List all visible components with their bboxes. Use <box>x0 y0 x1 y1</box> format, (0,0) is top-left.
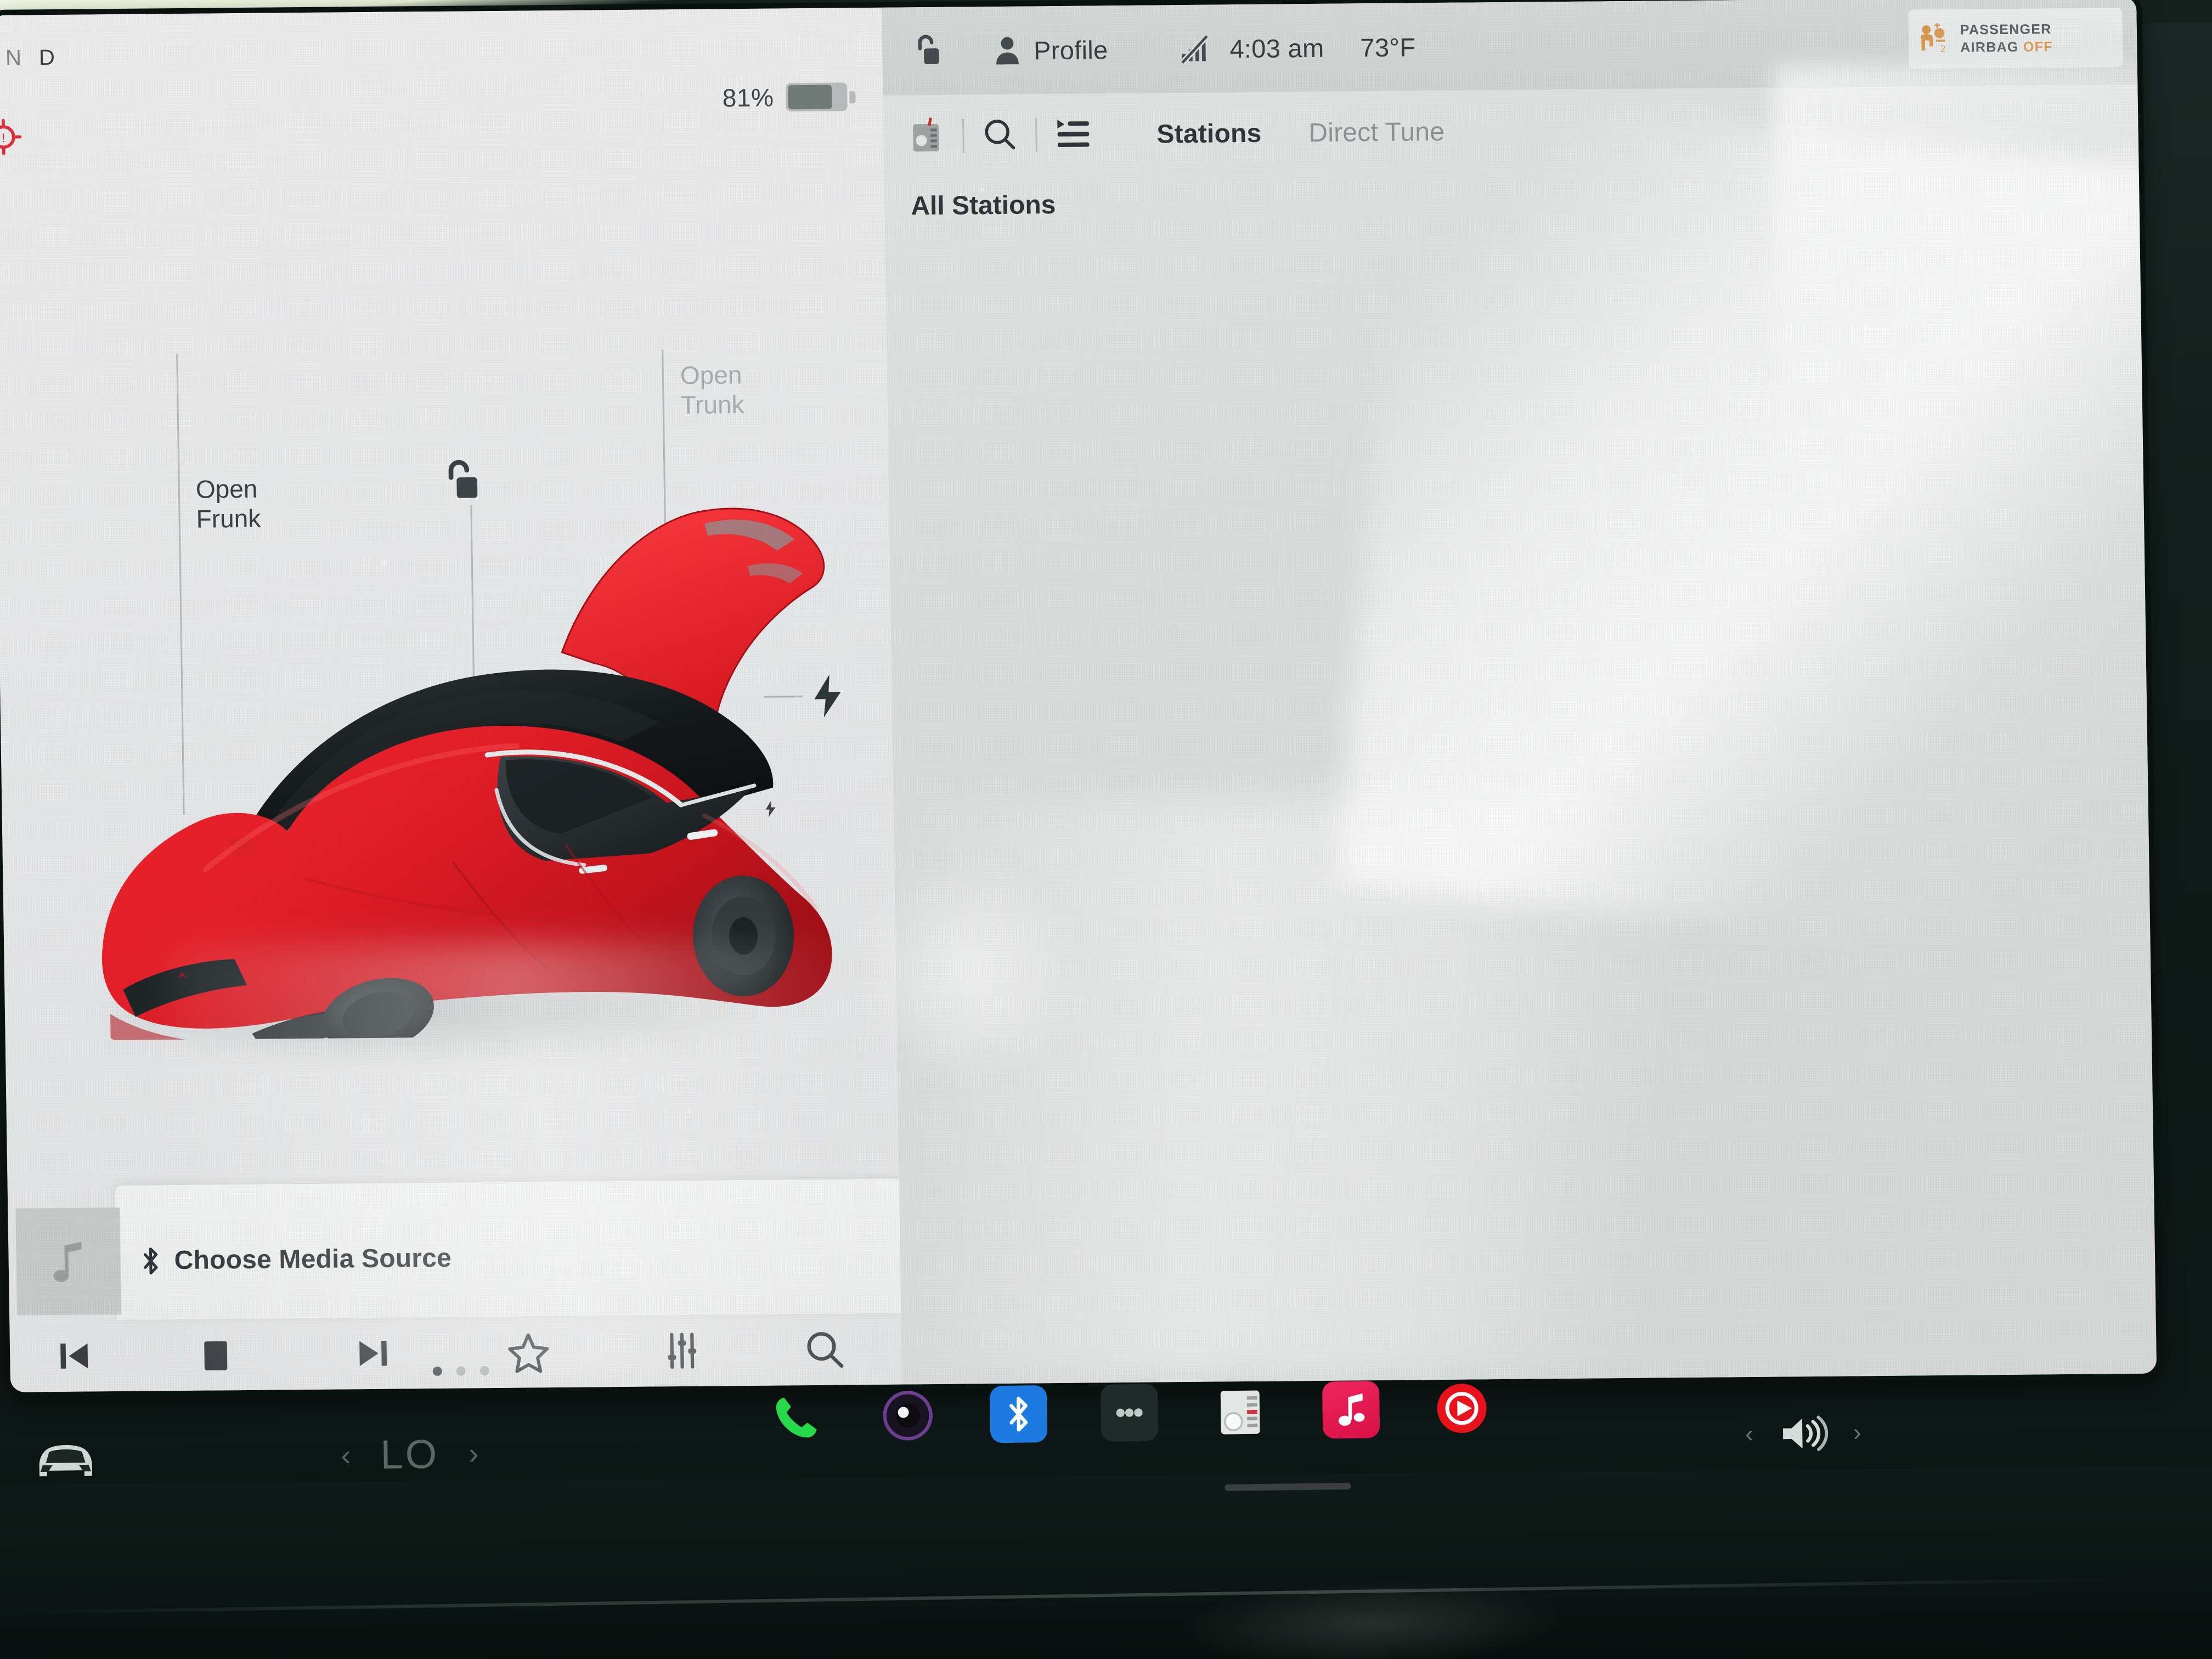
battery-icon <box>785 82 856 112</box>
chevron-right-icon[interactable]: › <box>1853 1419 1861 1447</box>
tesla-touchscreen-photo: R N D ! 81% <box>0 0 2212 1659</box>
passenger-airbag-icon: 2 <box>1920 22 1946 54</box>
toolbar-divider-2 <box>1035 118 1037 153</box>
bluetooth-icon <box>1009 1396 1028 1432</box>
equalizer-icon <box>668 1333 697 1369</box>
equalizer-button[interactable] <box>608 1330 757 1372</box>
toolbar-divider-1 <box>962 119 964 153</box>
music-note-icon <box>1338 1393 1365 1426</box>
ellipsis-icon <box>1116 1408 1143 1417</box>
stop-button[interactable] <box>136 1336 296 1373</box>
station-search-button[interactable] <box>983 117 1017 154</box>
station-list[interactable] <box>911 233 2135 1340</box>
svg-text:!: ! <box>2 131 5 145</box>
radio-icon <box>913 117 939 151</box>
volume-control[interactable]: ‹ › <box>1745 1413 1861 1454</box>
page-dot-2[interactable] <box>456 1366 466 1376</box>
gear-d: D <box>38 45 57 70</box>
page-dot-3[interactable] <box>479 1366 489 1376</box>
open-trunk-button[interactable]: Open Trunk <box>680 360 744 420</box>
skip-previous-icon <box>60 1343 88 1369</box>
airbag-line1: PASSENGER <box>1960 21 2052 38</box>
console-highlight <box>1178 1573 1565 1659</box>
open-trunk-label-line2: Trunk <box>680 390 744 420</box>
bluetooth-app-icon[interactable] <box>989 1385 1048 1443</box>
clock-label: 4:03 am <box>1229 33 1324 63</box>
skip-next-icon <box>359 1340 387 1366</box>
previous-track-button[interactable] <box>10 1335 137 1378</box>
bluetooth-icon <box>143 1247 158 1274</box>
profile-button[interactable]: Profile <box>993 34 1108 66</box>
chevron-left-icon[interactable]: ‹ <box>341 1438 351 1472</box>
profile-label: Profile <box>1033 35 1108 65</box>
airbag-state: OFF <box>2023 39 2053 55</box>
list-view-icon <box>1057 119 1090 147</box>
svg-text:2: 2 <box>1940 43 1946 54</box>
unlock-icon <box>918 35 939 64</box>
all-stations-heading: All Stations <box>910 190 1056 221</box>
phone-icon <box>776 1397 817 1438</box>
media-toolbar: Stations Direct Tune <box>883 84 2138 178</box>
page-indicator[interactable] <box>432 1366 489 1376</box>
page-dot-1[interactable] <box>432 1366 442 1376</box>
tunein-icon <box>883 1391 933 1441</box>
gear-n: N <box>5 46 23 70</box>
search-icon <box>807 1332 844 1368</box>
bottom-dock: ‹ LO › ‹ › <box>0 1364 2212 1536</box>
battery-indicator[interactable]: 81% <box>722 82 856 112</box>
passenger-airbag-indicator: 2 PASSENGER AIRBAG OFF <box>1908 8 2123 69</box>
battery-percent-label: 81% <box>722 83 774 112</box>
dock-app-row <box>768 1379 1491 1446</box>
radio-app-icon[interactable] <box>1211 1383 1269 1440</box>
choose-media-source-button[interactable]: Choose Media Source <box>140 1243 452 1276</box>
center-touchscreen[interactable]: R N D ! 81% <box>0 0 2157 1392</box>
vehicle-3d-render[interactable] <box>63 479 850 1041</box>
chevron-left-icon[interactable]: ‹ <box>1745 1420 1753 1448</box>
radio-tuner-button[interactable] <box>910 115 944 157</box>
album-art-placeholder[interactable] <box>15 1207 122 1316</box>
stop-icon <box>204 1341 228 1370</box>
climate-temperature-control[interactable]: ‹ LO › <box>341 1430 479 1479</box>
person-icon <box>996 37 1019 65</box>
music-note-icon <box>53 1241 82 1282</box>
tab-direct-tune[interactable]: Direct Tune <box>1308 116 1444 148</box>
search-icon <box>985 119 1015 149</box>
more-apps-icon[interactable] <box>1100 1384 1159 1442</box>
next-track-button[interactable] <box>295 1332 449 1375</box>
airbag-line2: AIRBAG <box>1960 39 2019 55</box>
chevron-right-icon[interactable]: › <box>469 1436 479 1470</box>
youtube-music-app-icon[interactable] <box>1433 1379 1491 1437</box>
volume-icon[interactable] <box>1778 1413 1828 1453</box>
apple-music-app-icon[interactable] <box>1322 1381 1380 1439</box>
status-bar: Profile 4:03 am 73°F 2 PASSENGER AIRBAG … <box>881 0 2138 95</box>
tunein-app-icon[interactable] <box>879 1387 936 1444</box>
play-circle-icon <box>1437 1384 1487 1434</box>
radio-icon <box>1220 1390 1260 1435</box>
climate-temperature-value: LO <box>380 1431 439 1477</box>
outside-temperature-label: 73°F <box>1360 32 1416 62</box>
home-indicator-bar[interactable] <box>1224 1482 1351 1491</box>
phone-app-icon[interactable] <box>768 1388 826 1446</box>
media-pane: Profile 4:03 am 73°F 2 PASSENGER AIRBAG … <box>881 0 2157 1385</box>
open-trunk-label-line1: Open <box>680 360 742 390</box>
door-lock-status[interactable] <box>916 34 946 68</box>
battery-terminal <box>849 91 856 104</box>
signal-off-icon <box>1180 34 1209 65</box>
media-source-label: Choose Media Source <box>174 1243 452 1276</box>
cellular-signal-indicator <box>1179 33 1209 65</box>
media-search-button[interactable] <box>756 1328 894 1371</box>
tab-stations[interactable]: Stations <box>1156 118 1262 149</box>
station-list-view-button[interactable] <box>1056 117 1091 153</box>
car-front-icon[interactable] <box>32 1436 99 1483</box>
battery-fill <box>788 84 832 110</box>
gear-selector-indicator: R N D <box>0 46 56 71</box>
star-outline-icon <box>508 1333 549 1373</box>
media-transport-controls <box>9 1313 902 1392</box>
brake-warning-icon: ! <box>0 119 22 155</box>
car-controls-pane: R N D ! 81% <box>0 7 902 1392</box>
